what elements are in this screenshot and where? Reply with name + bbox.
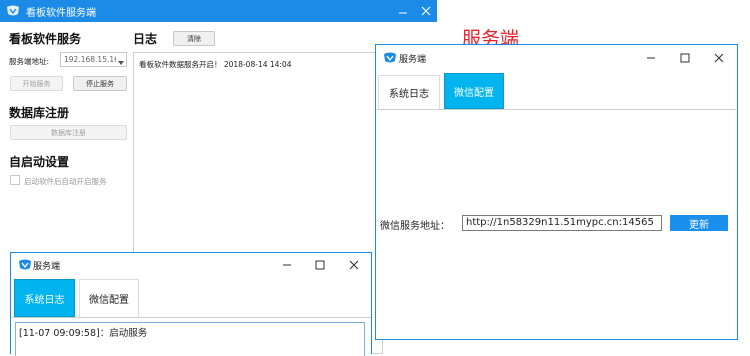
bottom-title-bar[interactable]: 服务端 [11,253,371,277]
right-title-bar[interactable]: 服务端 [376,45,737,71]
bottom-window-title: 服务端 [33,262,61,272]
minimize-icon[interactable] [280,258,294,272]
wechat-url-value: http://1n58329n11.51mypc.cn:14565 [466,217,654,228]
log-line: [11-07 09:09:58]：启动服务 [19,328,148,339]
stop-service-button[interactable]: 停止服务 [73,76,127,91]
wechat-url-input[interactable]: http://1n58329n11.51mypc.cn:14565 [462,215,662,231]
tab-system-log[interactable]: 系统日志 [378,75,440,109]
bottom-tab-panel: [11-07 09:09:58]：启动服务 [11,317,371,356]
service-heading: 看板软件服务 [9,32,82,46]
chevron-down-icon [118,58,124,65]
db-heading: 数据库注册 [9,106,70,120]
maximize-icon[interactable] [313,258,327,272]
tab-system-log-label: 系统日志 [24,294,65,306]
app-logo-icon [6,5,20,17]
autostart-heading: 自启动设置 [9,155,70,169]
system-log-box: [11-07 09:09:58]：启动服务 [15,322,365,356]
right-window-title: 服务端 [399,55,427,65]
tab-wechat-config-label: 微信配置 [89,295,129,306]
server-window-bottom: 服务端 系统日志 微信配置 [11-07 09:09:58]：启动服务 [10,252,372,356]
autostart-checkbox[interactable] [10,175,20,185]
close-icon[interactable] [712,51,726,65]
server-window-right: 服务端 系统日志 微信配置 微信服务地址： http://1n58329n11.… [375,44,738,340]
close-icon[interactable] [347,258,361,272]
tab-wechat-config[interactable]: 微信配置 [444,73,504,109]
minimize-icon[interactable] [644,51,658,65]
right-tab-panel: 微信服务地址： http://1n58329n11.51mypc.cn:1456… [377,109,736,339]
maximize-icon[interactable] [678,51,692,65]
minimize-icon[interactable] [396,4,410,18]
db-register-button[interactable]: 数据库注册 [10,125,127,140]
app-logo-icon [383,52,397,64]
title-bar[interactable]: 看板软件服务端 [0,0,437,22]
wechat-url-label: 微信服务地址： [380,221,450,232]
close-icon[interactable] [419,4,433,18]
log-heading: 日志 [133,32,158,46]
tab-wechat-config-label: 微信配置 [454,87,494,99]
tab-system-log[interactable]: 系统日志 [14,279,75,317]
address-label: 服务端地址: [9,57,50,66]
start-service-button[interactable]: 开始服务 [10,76,63,91]
tab-wechat-config[interactable]: 微信配置 [79,279,139,317]
update-button[interactable]: 更新 [670,215,728,231]
address-value: 192.168.15.165 [64,55,116,64]
window-title: 看板软件服务端 [26,8,96,19]
log-line: 看板软件数据服务开启！ 2018-08-14 14:04 [139,60,292,69]
clear-log-button[interactable]: 清除 [173,31,215,46]
address-select[interactable]: 192.168.15.165 [60,52,127,67]
tab-system-log-label: 系统日志 [389,89,429,100]
update-button-label: 更新 [689,219,709,231]
app-logo-icon [18,259,32,271]
autostart-checkbox-label: 启动软件后自动开启服务 [24,177,107,186]
